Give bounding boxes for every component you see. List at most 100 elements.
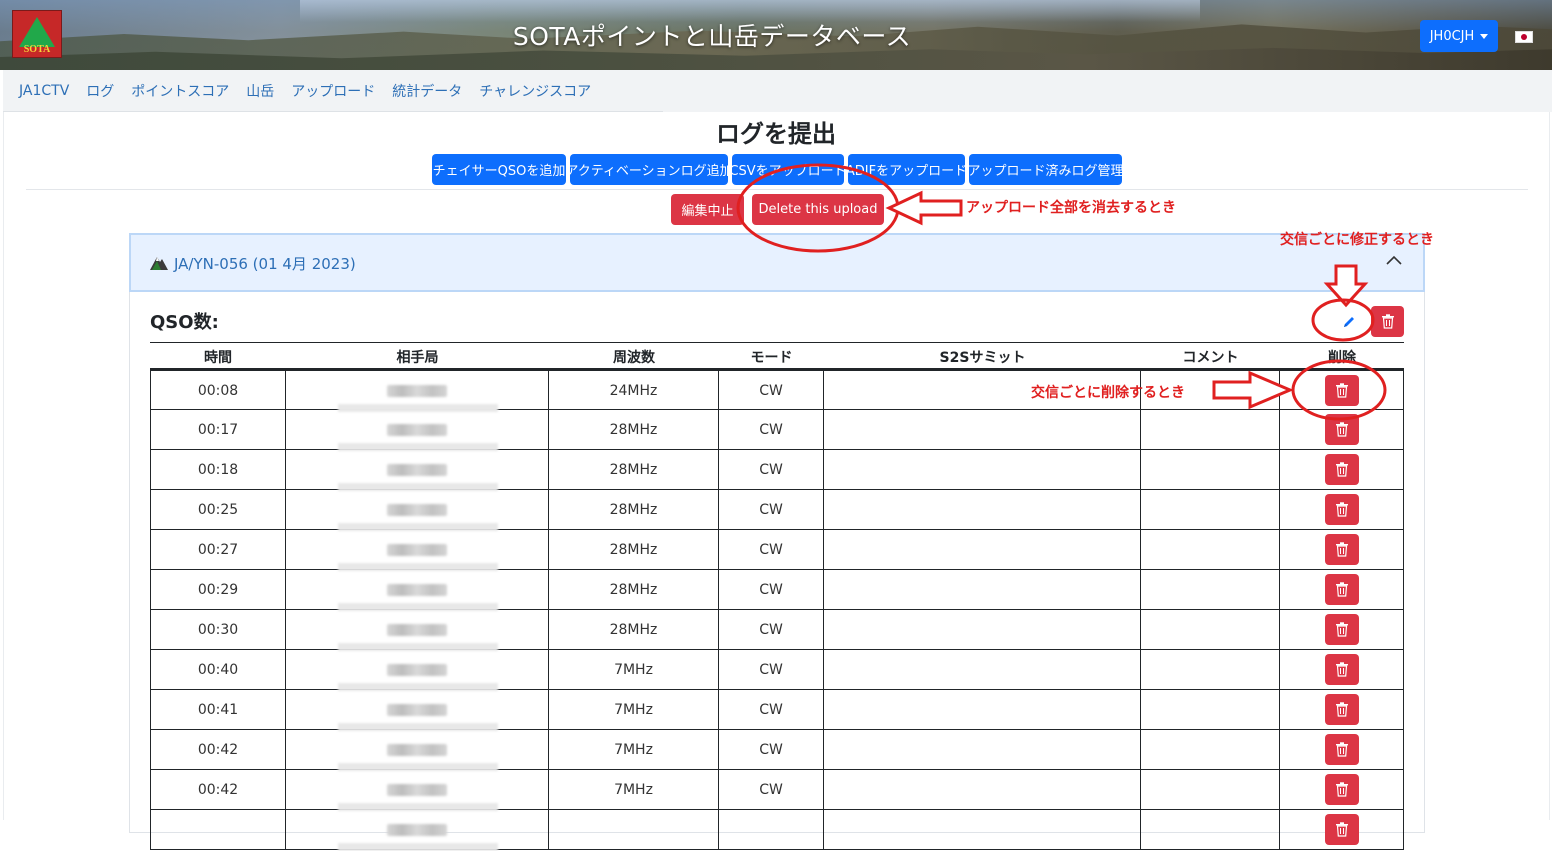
table-row: 00:42 7MHz CW [150, 770, 1404, 811]
trash-icon [1381, 314, 1394, 329]
table-row [150, 810, 1404, 851]
delete-upload-button[interactable]: Delete this upload [752, 194, 884, 225]
cell-delete [1280, 410, 1404, 449]
delete-qso-button[interactable] [1324, 574, 1359, 605]
cell-mode: CW [719, 730, 824, 769]
cell-frequency: 24MHz [549, 371, 719, 410]
cell-time: 00:30 [150, 610, 286, 649]
cell-time: 00:25 [150, 490, 286, 529]
nav-item-callsign[interactable]: JA1CTV [19, 83, 69, 99]
add-chaser-qso-button[interactable]: チェイサーQSOを追加 [432, 154, 566, 185]
nav-item-upload[interactable]: アップロード [291, 81, 375, 101]
table-row: 00:08 24MHz CW [150, 370, 1404, 412]
cell-comment [1141, 530, 1280, 569]
trash-icon [1335, 742, 1348, 757]
trash-icon [1335, 383, 1348, 398]
manage-uploaded-logs-button[interactable]: アップロード済みログ管理 [969, 154, 1122, 185]
cell-frequency-text: 7MHz [614, 781, 653, 798]
cell-s2s-summit [824, 450, 1141, 489]
cell-frequency-text: 24MHz [609, 382, 658, 399]
nav-item-point-score[interactable]: ポイントスコア [131, 81, 229, 101]
trash-icon [1335, 502, 1348, 517]
delete-qso-button[interactable] [1324, 375, 1359, 406]
cell-s2s-summit [824, 770, 1141, 809]
user-callsign: JH0CJH [1429, 28, 1475, 44]
redacted-callsign [387, 384, 447, 397]
table-row: 00:30 28MHz CW [150, 610, 1404, 651]
delete-qso-button[interactable] [1324, 414, 1359, 445]
cell-frequency: 28MHz [549, 610, 719, 649]
redacted-callsign [387, 583, 447, 596]
chevron-up-icon[interactable] [1385, 252, 1403, 270]
delete-all-qso-button[interactable] [1371, 306, 1404, 337]
cell-frequency: 7MHz [549, 730, 719, 769]
cell-mode: CW [719, 570, 824, 609]
cell-delete [1280, 770, 1404, 809]
cell-time: 00:42 [150, 730, 286, 769]
cell-s2s-summit [824, 410, 1141, 449]
cell-comment [1141, 570, 1280, 609]
cell-frequency-text: 28MHz [609, 421, 658, 438]
cell-comment [1141, 770, 1280, 809]
japan-flag-icon[interactable] [1515, 31, 1533, 43]
cell-comment [1141, 650, 1280, 689]
upload-adif-button[interactable]: ADIFをアップロード [848, 154, 965, 185]
nav-item-challenge-score[interactable]: チャレンジスコア [479, 81, 591, 101]
delete-qso-button[interactable] [1324, 654, 1359, 685]
cell-s2s-summit [824, 810, 1141, 849]
cell-time [150, 810, 286, 849]
cell-frequency-text: 28MHz [609, 501, 658, 518]
nav-item-statistics[interactable]: 統計データ [392, 81, 462, 101]
cell-frequency-text: 28MHz [609, 581, 658, 598]
delete-qso-button[interactable] [1324, 614, 1359, 645]
cell-frequency-text: 28MHz [609, 621, 658, 638]
cell-mode-text: CW [759, 781, 783, 798]
user-menu-button[interactable]: JH0CJH [1420, 20, 1498, 52]
delete-qso-button[interactable] [1324, 494, 1359, 525]
add-activation-log-button[interactable]: アクティベーションログ追加 [570, 154, 728, 185]
pencil-icon[interactable] [1334, 308, 1364, 336]
cell-s2s-summit [824, 530, 1141, 569]
trash-icon [1335, 662, 1348, 677]
redacted-callsign [387, 823, 447, 836]
redacted-callsign [387, 703, 447, 716]
cell-frequency [549, 810, 719, 849]
header-comment: コメント [1182, 350, 1239, 366]
delete-qso-button[interactable] [1324, 694, 1359, 725]
cell-mode [719, 810, 824, 849]
cell-time: 00:18 [150, 450, 286, 489]
redacted-callsign [387, 423, 447, 436]
cell-time: 00:42 [150, 770, 286, 809]
cell-delete [1280, 690, 1404, 729]
cell-mode: CW [719, 610, 824, 649]
page-title: ログを提出 [716, 120, 836, 148]
delete-qso-button[interactable] [1324, 774, 1359, 805]
cell-s2s-summit [824, 610, 1141, 649]
delete-qso-button[interactable] [1324, 454, 1359, 485]
qso-table-body: 00:08 24MHz CW 00:17 28MHz CW 00:18 28MHz CW 00:2… [150, 370, 1404, 851]
annotation-delete-all: アップロード全部を消去するとき [966, 200, 1176, 216]
cell-mode: CW [719, 770, 824, 809]
cell-mode: CW [719, 410, 824, 449]
cell-time: 00:27 [150, 530, 286, 569]
cell-mode: CW [719, 371, 824, 410]
cell-mode-text: CW [759, 661, 783, 678]
upload-csv-button[interactable]: CSVをアップロード [732, 154, 844, 185]
nav-item-log[interactable]: ログ [86, 81, 114, 101]
cell-frequency-text: 7MHz [614, 741, 653, 758]
cell-time-text: 00:17 [197, 421, 239, 438]
site-title: SOTAポイントと山岳データベース [512, 22, 912, 51]
nav-item-summits[interactable]: 山岳 [246, 81, 274, 101]
table-row: 00:41 7MHz CW [150, 690, 1404, 731]
stop-edit-button[interactable]: 編集中止 [671, 194, 744, 225]
page-border-right [1549, 112, 1550, 820]
delete-qso-button[interactable] [1324, 734, 1359, 765]
header-mode: モード [750, 350, 793, 366]
cell-frequency: 7MHz [549, 770, 719, 809]
delete-qso-button[interactable] [1324, 814, 1359, 845]
cell-delete [1280, 650, 1404, 689]
cell-time-text: 00:25 [197, 501, 239, 518]
trash-icon [1335, 782, 1348, 797]
delete-qso-button[interactable] [1324, 534, 1359, 565]
summit-reference-link[interactable]: JA/YN-056 (01 4月 2023) [174, 253, 356, 274]
